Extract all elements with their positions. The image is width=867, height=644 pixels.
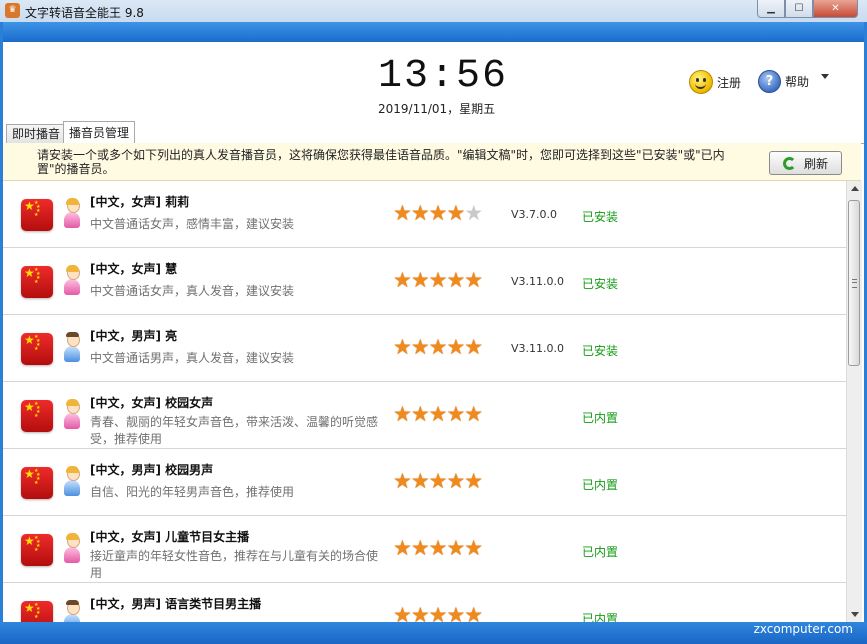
china-flag-icon: ★ ★ ★ ★ ★ <box>21 601 53 622</box>
clock-time: 13:56 <box>378 54 509 99</box>
help-icon: ? <box>758 70 781 93</box>
list-item[interactable]: ★ ★ ★ ★ ★ [中文，女声] 慧 中文普通话女声，真人发音，建议安装 ★★★★★ … <box>3 248 846 315</box>
male-avatar-icon <box>63 332 81 365</box>
rating-stars: ★★★★★ <box>393 469 483 493</box>
speaker-description: 中文普通话女声，真人发音，建议安装 <box>90 284 295 298</box>
scrollbar-thumb[interactable] <box>848 200 860 366</box>
rating-stars: ★★★★★ <box>393 268 483 292</box>
window-title: 文字转语音全能王 9.8 <box>25 6 144 20</box>
speaker-version: V3.11.0.0 <box>511 342 565 355</box>
china-flag-icon: ★ ★ ★ ★ ★ <box>21 333 53 365</box>
grip-icon <box>852 279 857 288</box>
list-item[interactable]: ★ ★ ★ ★ ★ [中文，女声] 校园女声 青春、靓丽的年轻女声音色，带来活泼、温馨的… <box>3 382 846 449</box>
clock-header: 13:56 2019/11/01，星期五 注册 ? 帮助 <box>3 42 864 122</box>
install-status[interactable]: 已内置 <box>582 543 618 560</box>
china-flag-icon: ★ ★ ★ ★ ★ <box>21 534 53 566</box>
female-avatar-icon <box>63 198 81 231</box>
rating-stars: ★★★★★ <box>393 402 483 426</box>
close-icon[interactable]: ✕ <box>813 0 858 18</box>
status-bar <box>0 622 867 644</box>
china-flag-icon: ★ ★ ★ ★ ★ <box>21 266 53 298</box>
list-item[interactable]: ★ ★ ★ ★ ★ [中文，男声] 亮 中文普通话男声，真人发音，建议安装 ★★★★★ … <box>3 315 846 382</box>
smiley-icon <box>689 70 713 94</box>
list-item[interactable]: ★ ★ ★ ★ ★ [中文，女声] 莉莉 中文普通话女声，感情丰富，建议安装 ★★★★★… <box>3 181 846 248</box>
male-avatar-icon <box>63 466 81 499</box>
window-frame-top <box>0 22 867 42</box>
rating-stars: ★★★★★ <box>393 335 483 359</box>
female-avatar-icon <box>63 533 81 566</box>
speaker-version: V3.7.0.0 <box>511 208 558 221</box>
china-flag-icon: ★ ★ ★ ★ ★ <box>21 400 53 432</box>
help-label: 帮助 <box>785 75 810 89</box>
rating-stars: ★★★★★ <box>393 201 483 225</box>
speaker-description: 接近童声的年轻女性音色，推荐在与儿童有关的场合使用 <box>90 549 379 580</box>
help-button[interactable]: ? 帮助 <box>758 70 809 93</box>
vertical-scrollbar[interactable] <box>846 181 862 622</box>
scroll-up-icon[interactable] <box>851 186 859 191</box>
speaker-name: [中文，男声] 校园男声 <box>90 463 214 477</box>
install-status[interactable]: 已安装 <box>582 275 618 292</box>
speaker-description: 青春、靓丽的年轻女声音色，带来活泼、温馨的听觉感受，推荐使用 <box>90 415 379 446</box>
clock-date: 2019/11/01，星期五 <box>378 102 496 116</box>
scroll-down-icon[interactable] <box>851 612 859 617</box>
register-label: 注册 <box>717 75 742 90</box>
speaker-list: ★ ★ ★ ★ ★ [中文，女声] 莉莉 中文普通话女声，感情丰富，建议安装 ★★★★★… <box>3 181 846 622</box>
title-bar: ♛ 文字转语音全能王 9.8 ▁ ☐ ✕ <box>0 0 867 23</box>
china-flag-icon: ★ ★ ★ ★ ★ <box>21 467 53 499</box>
notice-text: 请安装一个或多个如下列出的真人发音播音员，这将确保您获得最佳语音品质。"编辑文稿… <box>37 148 725 176</box>
chevron-down-icon[interactable] <box>821 74 829 79</box>
register-button[interactable]: 注册 <box>689 70 741 94</box>
speaker-description: 中文普通话男声，真人发音，建议安装 <box>90 351 295 365</box>
rating-stars: ★★★★★ <box>393 536 483 560</box>
install-status[interactable]: 已安装 <box>582 208 618 225</box>
tab-speaker-management[interactable]: 播音员管理 <box>63 121 136 144</box>
refresh-icon <box>782 156 796 170</box>
maximize-icon[interactable]: ☐ <box>785 0 813 18</box>
speaker-description: 中文普通话女声，感情丰富，建议安装 <box>90 217 295 231</box>
china-flag-icon: ★ ★ ★ ★ ★ <box>21 199 53 231</box>
speaker-name: [中文，女声] 慧 <box>90 262 178 276</box>
tab-instant-broadcast[interactable]: 即时播音 <box>6 124 67 143</box>
install-status[interactable]: 已安装 <box>582 342 618 359</box>
minimize-icon[interactable]: ▁ <box>757 0 785 18</box>
install-status[interactable]: 已内置 <box>582 610 618 622</box>
refresh-label: 刷新 <box>803 156 828 171</box>
window-controls: ▁ ☐ ✕ <box>757 0 858 18</box>
install-notice: 请安装一个或多个如下列出的真人发音播音员，这将确保您获得最佳语音品质。"编辑文稿… <box>3 143 861 181</box>
female-avatar-icon <box>63 399 81 432</box>
speaker-name: [中文，女声] 莉莉 <box>90 195 190 209</box>
tab-bar: 即时播音 播音员管理 <box>3 121 864 144</box>
speaker-name: [中文，男声] 亮 <box>90 329 178 343</box>
list-item[interactable]: ★ ★ ★ ★ ★ [中文，女声] 儿童节目女主播 接近童声的年轻女性音色，推荐在与儿童… <box>3 516 846 583</box>
speaker-name: [中文，男声] 语言类节目男主播 <box>90 597 262 611</box>
crown-icon: ♛ <box>5 3 20 18</box>
watermark: zxcomputer.com <box>753 622 853 636</box>
speaker-version: V3.11.0.0 <box>511 275 565 288</box>
speaker-description: 自信、阳光的年轻男声音色，推荐使用 <box>90 485 295 499</box>
female-avatar-icon <box>63 265 81 298</box>
refresh-button[interactable]: 刷新 <box>769 151 842 175</box>
list-item[interactable]: ★ ★ ★ ★ ★ [中文，男声] 语言类节目男主播 ★★★★★ 已内置 <box>3 583 846 622</box>
install-status[interactable]: 已内置 <box>582 476 618 493</box>
rating-stars: ★★★★★ <box>393 603 483 623</box>
list-item[interactable]: ★ ★ ★ ★ ★ [中文，男声] 校园男声 自信、阳光的年轻男声音色，推荐使用 ★★★… <box>3 449 846 516</box>
speaker-name: [中文，女声] 校园女声 <box>90 396 214 410</box>
speaker-name: [中文，女声] 儿童节目女主播 <box>90 530 250 544</box>
male-avatar-icon <box>63 600 81 622</box>
install-status[interactable]: 已内置 <box>582 409 618 426</box>
